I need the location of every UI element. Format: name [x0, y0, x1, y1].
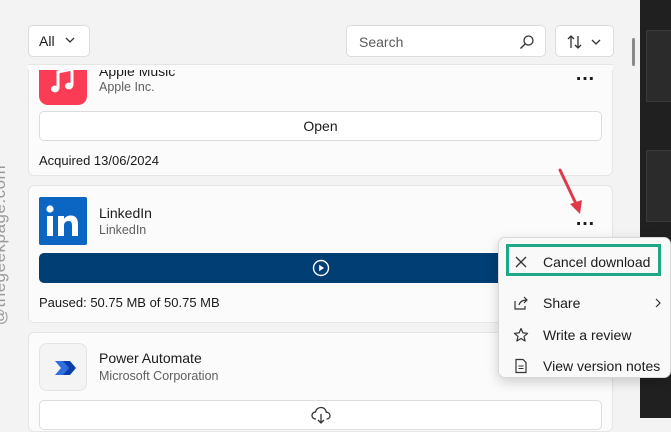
app-publisher: Apple Inc. — [99, 80, 155, 94]
menu-item-share[interactable]: Share — [503, 288, 668, 318]
card-edge — [28, 64, 613, 70]
sort-icon — [567, 35, 582, 49]
chevron-down-icon — [591, 39, 601, 45]
share-icon — [514, 296, 528, 310]
sort-dropdown[interactable] — [555, 25, 614, 57]
background-window — [646, 30, 671, 102]
power-automate-tile — [39, 343, 87, 391]
search-icon[interactable] — [519, 34, 535, 50]
watermark-text: @thegeekpage.com — [0, 164, 10, 326]
acquired-status: Acquired 13/06/2024 — [39, 153, 159, 168]
chevron-down-icon — [65, 37, 75, 43]
linkedin-icon — [39, 197, 87, 245]
star-icon — [513, 327, 529, 342]
annotation-arrow-icon — [558, 168, 582, 214]
menu-item-label: Share — [543, 295, 581, 311]
app-name: LinkedIn — [99, 205, 152, 221]
install-button[interactable] — [39, 400, 602, 430]
cloud-download-icon — [310, 406, 331, 424]
annotation-highlight-box — [506, 244, 661, 276]
menu-item-write-review[interactable]: Write a review — [503, 320, 668, 350]
search-box[interactable] — [346, 25, 546, 57]
app-publisher: Microsoft Corporation — [99, 369, 219, 383]
menu-item-view-version-notes[interactable]: View version notes — [503, 351, 668, 381]
document-icon — [515, 358, 527, 374]
resume-play-icon[interactable] — [312, 259, 330, 277]
app-publisher: LinkedIn — [99, 223, 147, 237]
chevron-right-icon — [655, 298, 661, 308]
menu-item-label: Write a review — [543, 327, 632, 343]
search-input[interactable] — [357, 32, 511, 52]
background-window — [646, 150, 671, 222]
filter-dropdown[interactable]: All — [28, 25, 90, 57]
power-automate-icon — [55, 361, 76, 375]
more-options-icon[interactable]: … — [575, 64, 596, 84]
scrollbar-thumb[interactable] — [632, 38, 635, 66]
open-button[interactable]: Open — [39, 111, 602, 141]
app-name: Power Automate — [99, 350, 202, 366]
watermark: @thegeekpage.com — [0, 150, 38, 350]
download-status: Paused: 50.75 MB of 50.75 MB — [39, 295, 220, 310]
menu-item-label: View version notes — [543, 358, 661, 374]
filter-label: All — [39, 33, 55, 49]
